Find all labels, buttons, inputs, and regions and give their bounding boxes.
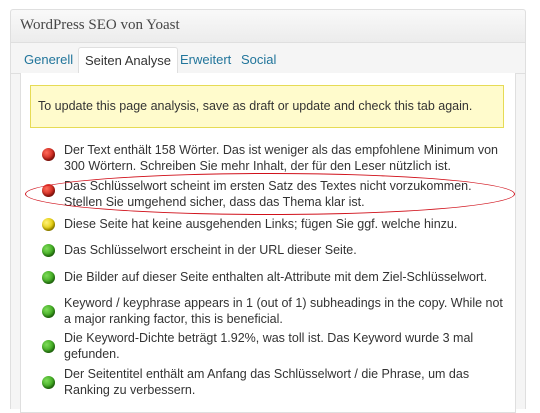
green-status-icon [42, 305, 55, 318]
update-notice: To update this page analysis, save as dr… [30, 85, 504, 128]
tab-seiten-analyse[interactable]: Seiten Analyse [78, 47, 179, 74]
result-text: Das Schlüsselwort erscheint in der URL d… [64, 243, 357, 257]
tab-social[interactable]: Social [235, 47, 282, 74]
green-status-icon [42, 340, 55, 353]
tab-erweitert[interactable]: Erweitert [174, 47, 237, 74]
green-status-icon [42, 376, 55, 389]
result-text: Der Seitentitel enthält am Anfang das Sc… [64, 367, 470, 397]
result-text: Der Text enthält 158 Wörter. Das ist wen… [64, 143, 498, 173]
green-status-icon [42, 271, 55, 284]
result-text: Diese Seite hat keine ausgehenden Links;… [64, 217, 458, 231]
tab-bar: Generell Seiten Analyse Erweitert Social [10, 40, 526, 74]
metabox-title[interactable]: WordPress SEO von Yoast [11, 10, 525, 43]
result-text: Die Keyword-Dichte beträgt 1.92%, was to… [64, 331, 474, 361]
result-text: Keyword / keyphrase appears in 1 (out of… [64, 296, 503, 326]
yellow-status-icon [42, 218, 55, 231]
green-status-icon [42, 244, 55, 257]
tab-generell[interactable]: Generell [18, 47, 79, 74]
annotation-ellipse [25, 173, 515, 215]
result-text: Die Bilder auf dieser Seite enthalten al… [64, 270, 488, 284]
red-status-icon [42, 148, 55, 161]
